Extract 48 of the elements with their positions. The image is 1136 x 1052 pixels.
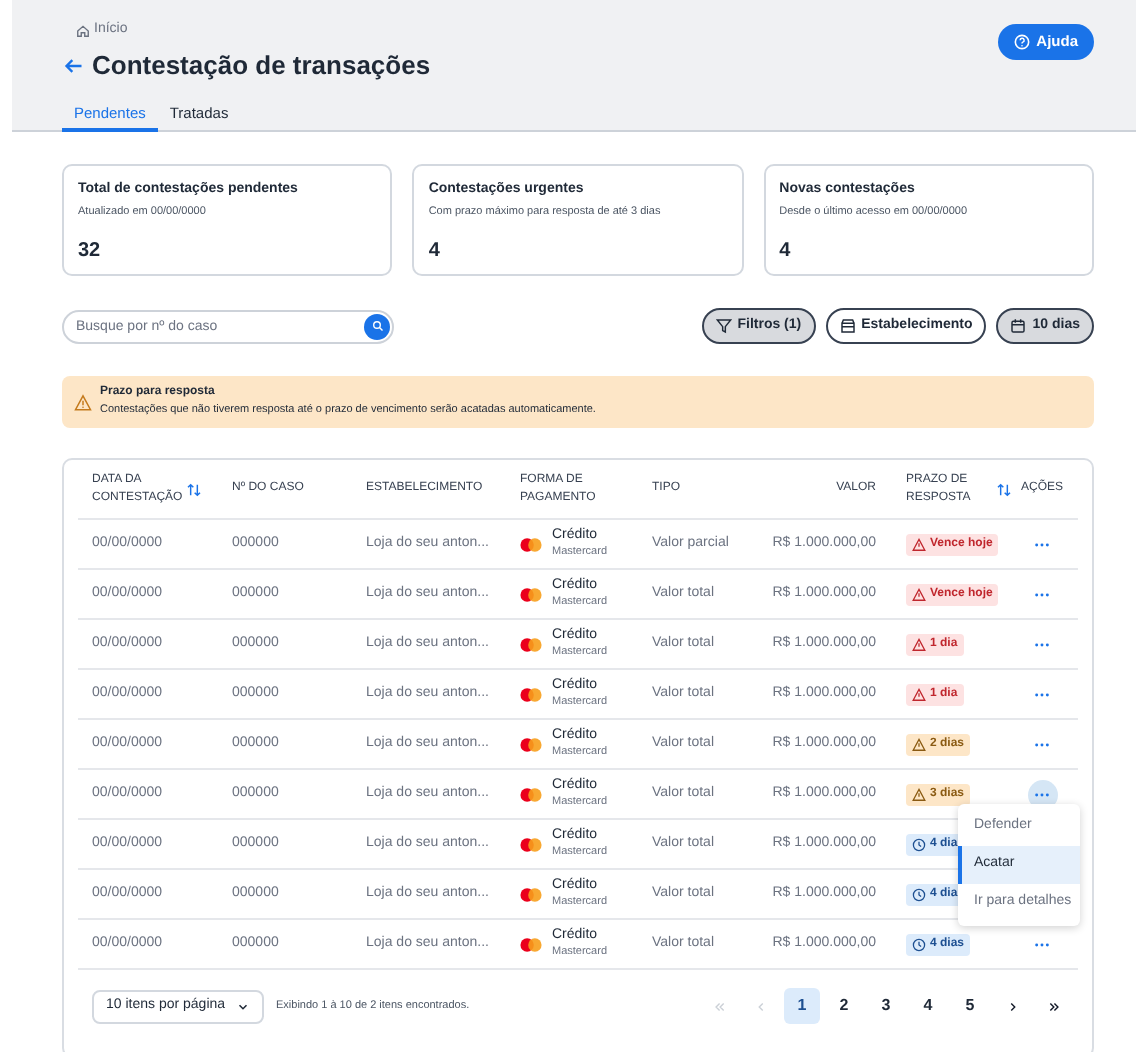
- warning-icon: [912, 687, 926, 701]
- warning-icon: [912, 537, 926, 551]
- sort-icon: [186, 481, 202, 497]
- sort-icon: [996, 481, 1012, 497]
- card-brand-icon: [520, 587, 542, 601]
- more-icon: [1034, 541, 1050, 547]
- card-value: 32: [78, 237, 103, 266]
- sort-button[interactable]: [996, 481, 1012, 497]
- card-brand-icon: [520, 737, 542, 751]
- warning-icon: [74, 393, 92, 411]
- more-icon: [1034, 641, 1050, 647]
- warning-icon: [912, 637, 926, 651]
- clock-icon: [912, 837, 926, 851]
- card-brand-icon: [520, 537, 542, 551]
- sort-button[interactable]: [186, 481, 202, 497]
- card-brand-icon: [520, 837, 542, 851]
- chevron-down-icon: [236, 999, 250, 1013]
- page-button[interactable]: 1: [784, 988, 820, 1024]
- filter-icon: [715, 318, 732, 334]
- warning-icon: [912, 587, 926, 601]
- calendar-icon: [1010, 318, 1027, 334]
- home-icon: [76, 23, 90, 38]
- card-brand-icon: [520, 887, 542, 901]
- help-icon: [1014, 34, 1031, 50]
- card-brand-icon: [520, 637, 542, 651]
- card-value: 4: [428, 237, 442, 266]
- more-icon: [1034, 591, 1050, 597]
- store-icon: [839, 318, 856, 334]
- page-button[interactable]: 4: [910, 988, 946, 1024]
- card-brand-icon: [520, 937, 542, 951]
- back-button[interactable]: [64, 55, 84, 76]
- search-icon: [371, 320, 383, 332]
- more-icon: [1034, 741, 1050, 747]
- back-arrow-icon: [64, 55, 84, 76]
- page-button[interactable]: 3: [868, 988, 904, 1024]
- page-button[interactable]: 2: [826, 988, 862, 1024]
- warning-icon: [912, 787, 926, 801]
- card-value: 4: [779, 237, 793, 266]
- clock-icon: [912, 887, 926, 901]
- page-button[interactable]: 5: [952, 988, 988, 1024]
- page-title: Contestação de transações: [92, 48, 431, 84]
- card-brand-icon: [520, 687, 542, 701]
- more-icon: [1034, 941, 1050, 947]
- warning-icon: [912, 737, 926, 751]
- more-icon: [1034, 791, 1050, 797]
- card-brand-icon: [520, 787, 542, 801]
- clock-icon: [912, 937, 926, 951]
- more-icon: [1034, 691, 1050, 697]
